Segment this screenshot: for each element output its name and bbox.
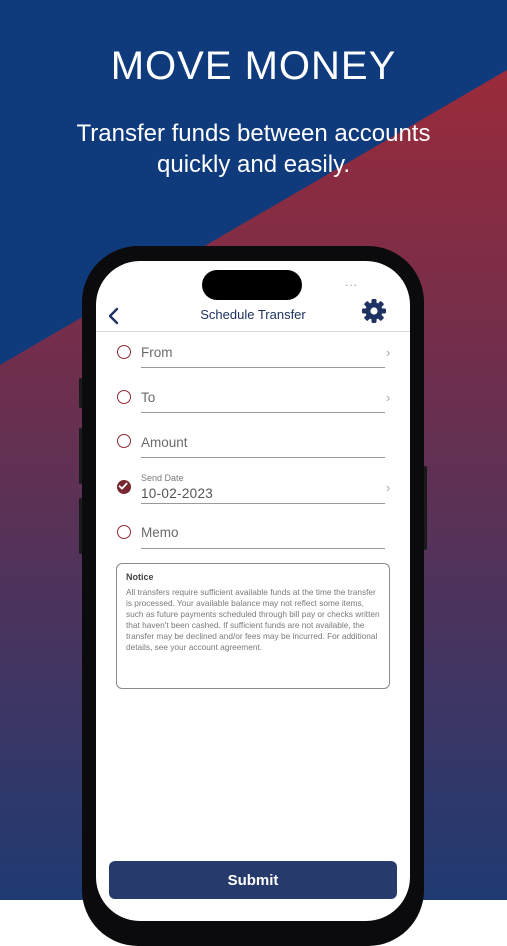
status-dots: ...: [344, 275, 358, 289]
amount-radio[interactable]: [117, 434, 131, 448]
to-field[interactable]: To ›: [96, 384, 410, 424]
send-date-value: 10-02-2023: [141, 486, 214, 501]
nav-bar: Schedule Transfer: [96, 295, 410, 332]
chevron-right-icon: ›: [386, 480, 391, 495]
chevron-right-icon: ›: [386, 390, 391, 405]
submit-button[interactable]: Submit: [109, 861, 397, 899]
hero-title: MOVE MONEY: [110, 44, 397, 88]
memo-underline: [141, 548, 385, 549]
amount-label: Amount: [141, 435, 188, 450]
notice-title: Notice: [126, 572, 154, 582]
send-date-field[interactable]: Send Date 10-02-2023 ›: [96, 469, 410, 509]
gear-icon[interactable]: [361, 298, 387, 324]
send-date-label: Send Date: [141, 473, 184, 483]
memo-field[interactable]: Memo: [96, 519, 410, 559]
send-date-radio-checked[interactable]: [117, 480, 131, 494]
amount-underline: [141, 457, 385, 458]
memo-label: Memo: [141, 525, 179, 540]
from-radio[interactable]: [117, 345, 131, 359]
send-date-underline: [141, 503, 385, 504]
from-label: From: [141, 345, 173, 360]
notice-body: All transfers require sufficient availab…: [126, 587, 380, 652]
from-field[interactable]: From ›: [96, 339, 410, 379]
to-label: To: [141, 390, 156, 405]
from-underline: [141, 367, 385, 368]
chevron-right-icon: ›: [386, 345, 391, 360]
phone-screen: ... Schedule Transfer From › To › Amount…: [96, 261, 410, 921]
checkmark-icon: [119, 483, 128, 490]
notice-box: Notice All transfers require sufficient …: [116, 563, 390, 689]
to-radio[interactable]: [117, 390, 131, 404]
to-underline: [141, 412, 385, 413]
hero-subtitle: Transfer funds between accounts quickly …: [76, 120, 431, 178]
memo-radio[interactable]: [117, 525, 131, 539]
amount-field[interactable]: Amount: [96, 429, 410, 469]
